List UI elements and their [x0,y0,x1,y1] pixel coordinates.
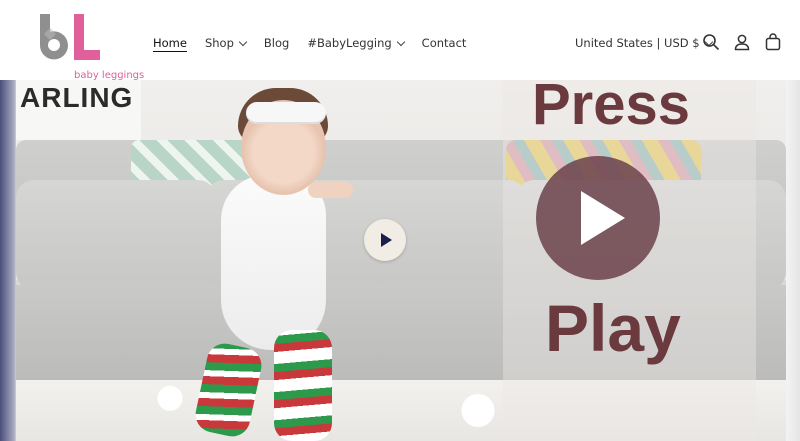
nav-item-home[interactable]: Home [153,36,187,50]
video-play-button[interactable] [364,219,406,261]
play-text: Play [545,291,681,365]
play-icon [581,191,625,245]
account-icon[interactable] [733,33,751,51]
big-play-button[interactable] [536,156,660,280]
nav-item-label: Blog [263,36,290,50]
baby-arm [308,182,353,198]
sofa-cushion [16,180,216,290]
chevron-down-icon [396,37,405,46]
nav-item-babylegging[interactable]: #BabyLegging [307,36,405,50]
nav-item-label: #BabyLegging [307,36,392,50]
play-icon [381,233,392,247]
site-header: baby leggings Home Shop Blog #BabyLeggin… [0,0,800,81]
baby-headband [246,102,326,124]
cart-icon[interactable] [764,33,782,51]
hero-video-banner: ARLING Press Play [0,80,800,441]
nav-item-label: Home [153,36,187,50]
logo-mark-icon [39,14,100,60]
press-text: Press [532,80,691,137]
baby-legging-right [274,330,332,441]
nav-item-label: Contact [421,36,467,50]
nav-item-label: Shop [204,36,234,50]
brand-logo[interactable]: baby leggings [36,12,144,81]
search-icon[interactable] [702,33,720,51]
currency-label: United States | USD $ [575,36,700,50]
hero-right-edge [786,80,800,441]
currency-selector[interactable]: United States | USD $ [575,36,713,50]
nav-item-shop[interactable]: Shop [204,36,248,50]
chevron-down-icon [238,37,248,46]
baby-bodysuit [221,175,326,350]
wall-sign: ARLING [16,80,141,140]
nav-item-blog[interactable]: Blog [264,36,289,50]
wall-sign-text: ARLING [20,82,134,113]
nav-item-contact[interactable]: Contact [422,36,467,50]
main-nav: Home Shop Blog #BabyLegging Contact [153,36,484,50]
